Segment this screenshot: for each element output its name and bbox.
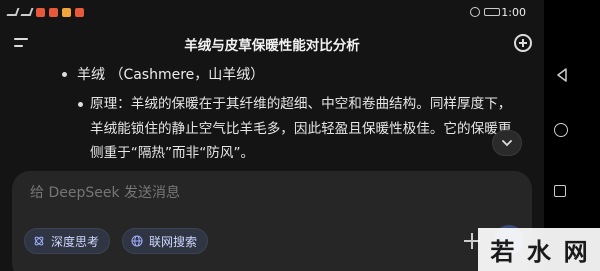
home-icon[interactable] xyxy=(554,123,568,137)
top-app-bar: 羊绒与皮草保暖性能对比分析 xyxy=(0,28,544,58)
deep-think-toggle[interactable]: 深度思考 xyxy=(24,228,111,254)
watermark-char: 网 xyxy=(563,237,588,266)
recents-icon[interactable] xyxy=(554,185,566,197)
bullet-icon xyxy=(62,71,67,77)
globe-icon xyxy=(131,235,143,247)
app-screen: 羊绒与皮草保暖性能对比分析 羊绒 （Cashmere，山羊绒） 原理：羊绒的保暖… xyxy=(0,0,544,271)
status-bar: 1:00 xyxy=(0,0,600,24)
signal-icon xyxy=(6,8,20,16)
battery-icon xyxy=(484,8,500,16)
status-time: 1:00 xyxy=(501,6,526,19)
web-search-label: 联网搜索 xyxy=(149,234,198,249)
watermark-char: 水 xyxy=(526,237,551,266)
back-icon[interactable] xyxy=(556,68,568,82)
message-input[interactable] xyxy=(30,185,470,201)
web-search-toggle[interactable]: 联网搜索 xyxy=(122,228,209,254)
list-item-principle: 原理：羊绒的保暖在于其纤维的超细、中空和卷曲结构。同样厚度下，羊绒能锁住的静止空… xyxy=(78,92,522,166)
wifi-icon xyxy=(20,8,34,16)
message-composer: 深度思考 联网搜索 xyxy=(12,171,532,271)
scroll-to-bottom-button[interactable] xyxy=(492,130,522,156)
notification-icon xyxy=(75,7,84,17)
principle-text: 原理：羊绒的保暖在于其纤维的超细、中空和卷曲结构。同样厚度下，羊绒能锁住的静止空… xyxy=(90,96,512,161)
new-chat-icon[interactable] xyxy=(514,34,532,52)
page-title: 羊绒与皮草保暖性能对比分析 xyxy=(184,38,360,54)
notification-icon xyxy=(62,7,71,17)
notification-icon xyxy=(36,7,45,17)
watermark: 若 水 网 xyxy=(478,228,600,271)
watermark-char: 若 xyxy=(490,237,515,266)
deep-think-label: 深度思考 xyxy=(51,234,100,249)
alarm-icon xyxy=(470,7,480,17)
chevron-down-icon xyxy=(502,140,512,147)
atom-icon xyxy=(34,236,44,246)
list-item-heading: 羊绒 （Cashmere，山羊绒） xyxy=(62,64,264,84)
notification-icon xyxy=(49,7,58,17)
heading-text: 羊绒 （Cashmere，山羊绒） xyxy=(77,67,265,83)
bullet-icon xyxy=(78,102,83,107)
